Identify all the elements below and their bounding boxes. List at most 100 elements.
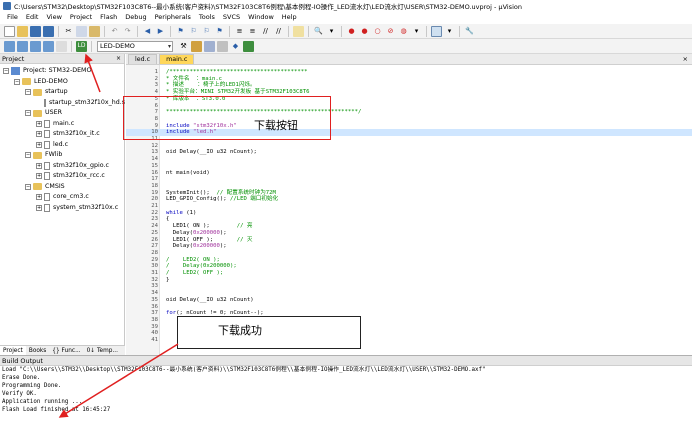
breakpoint-disable-icon[interactable]: ○ (372, 26, 383, 37)
find-icon[interactable]: 🔍 (313, 26, 324, 37)
expand-icon[interactable]: + (36, 204, 42, 211)
tree-item-file[interactable]: + stm32f10x_it.c (0, 129, 124, 140)
tree-item-file[interactable]: startup_stm32f10x_hd.s (0, 98, 125, 109)
code-line[interactable]: 16 nt main(void) (126, 170, 692, 177)
code-line[interactable]: 36 (126, 304, 692, 311)
tab-led-c[interactable]: led.c (128, 54, 158, 64)
menu-edit[interactable]: Edit (22, 11, 43, 24)
tree-item-group-cmsis[interactable]: − CMSIS (0, 182, 124, 193)
code-line[interactable]: 12 (126, 143, 692, 150)
collapse-icon[interactable]: − (14, 78, 20, 85)
code-line[interactable]: 33 (126, 283, 692, 290)
close-icon[interactable]: × (116, 54, 121, 64)
tree-item-file[interactable]: + stm32f10x_gpio.c (0, 161, 124, 172)
comment-icon[interactable]: // (260, 26, 271, 37)
tree-item-project[interactable]: − Project: STM32-DEMO (0, 66, 124, 77)
save-all-icon[interactable] (43, 25, 54, 37)
menu-flash[interactable]: Flash (96, 11, 121, 24)
code-line[interactable]: 27 Delay(0x200000); (126, 243, 692, 250)
tree-item-group-startup[interactable]: − startup (0, 87, 124, 98)
build-icon[interactable] (17, 40, 28, 52)
paste-icon[interactable] (89, 25, 100, 37)
target-options-icon[interactable]: ⚒ (178, 41, 189, 52)
close-icon[interactable]: × (683, 55, 688, 63)
code-line[interactable]: 1 /**************************************… (126, 69, 692, 76)
code-line[interactable]: 21 (126, 203, 692, 210)
batch-build-icon[interactable] (43, 40, 54, 52)
menu-help[interactable]: Help (278, 11, 301, 24)
copy-icon[interactable] (76, 25, 87, 37)
uncomment-icon[interactable]: // (273, 26, 284, 37)
code-line[interactable]: 32} (126, 277, 692, 284)
nav-back-icon[interactable]: ◀ (142, 26, 153, 37)
download-load-icon[interactable]: LD (76, 40, 87, 52)
tab-books[interactable]: Books (26, 346, 49, 355)
code-line[interactable]: 30 / Delay(0x200000); (126, 263, 692, 270)
bookmark-clear-icon[interactable]: ⚑ (214, 26, 225, 37)
tree-item-file[interactable]: + stm32f10x_rcc.c (0, 171, 124, 182)
menu-file[interactable]: File (3, 11, 22, 24)
rebuild-icon[interactable] (30, 40, 41, 52)
code-line[interactable]: 24 LED1( ON ); // 亮 (126, 223, 692, 230)
cut-icon[interactable]: ✂ (63, 26, 74, 37)
expand-icon[interactable]: + (36, 173, 42, 180)
code-line[interactable]: 25 Delay(0x200000); (126, 230, 692, 237)
window-layout-dropdown-icon[interactable]: ▾ (444, 26, 455, 37)
tree-item-group-fwlib[interactable]: − FWlib (0, 150, 124, 161)
expand-icon[interactable]: + (36, 141, 42, 148)
find-dropdown-icon[interactable]: ▾ (326, 26, 337, 37)
breakpoint-kill-icon[interactable]: ⊘ (385, 26, 396, 37)
code-line[interactable]: 22 while (1) (126, 210, 692, 217)
tab-main-c[interactable]: main.c (159, 54, 195, 64)
tree-item-target[interactable]: − LED-DEMO (0, 77, 124, 88)
collapse-icon[interactable]: − (25, 89, 31, 96)
stop-build-icon[interactable] (56, 40, 67, 52)
code-line[interactable]: 31 / LED2( OFF ); (126, 270, 692, 277)
tree-item-file[interactable]: + main.c (0, 119, 124, 130)
tab-project[interactable]: Project (0, 346, 26, 355)
bookmark-prev-icon[interactable]: ⚐ (188, 26, 199, 37)
save-icon[interactable] (30, 25, 41, 37)
collapse-icon[interactable]: − (25, 152, 31, 159)
expand-icon[interactable]: + (36, 131, 42, 138)
new-file-icon[interactable] (4, 25, 15, 37)
translate-icon[interactable] (4, 40, 15, 52)
select-software-packs-icon[interactable] (217, 40, 228, 52)
manage-components-icon[interactable] (204, 40, 215, 52)
target-dropdown-icon[interactable]: ▾ (168, 42, 171, 51)
code-line[interactable]: 28 (126, 250, 692, 257)
file-extensions-icon[interactable] (191, 40, 202, 52)
menu-view[interactable]: View (42, 11, 65, 24)
unindent-icon[interactable]: ≡ (247, 26, 258, 37)
code-line[interactable]: 29 / LED2( ON ); (126, 257, 692, 264)
code-line[interactable]: 4 * 实验平台：MINI STM32开发板 基于STM32F103C8T6 (126, 89, 692, 96)
indent-icon[interactable]: ≡ (234, 26, 245, 37)
code-line[interactable]: 26 LED1( OFF ); // 灭 (126, 237, 692, 244)
window-layout-icon[interactable] (431, 25, 442, 37)
menu-svcs[interactable]: SVCS (219, 11, 244, 24)
tab-templates[interactable]: 0↓ Temp... (84, 346, 121, 355)
pack-installer-icon[interactable]: ◆ (230, 41, 241, 52)
find-in-files-icon[interactable] (293, 25, 304, 37)
collapse-icon[interactable]: − (3, 68, 9, 75)
collapse-icon[interactable]: − (25, 110, 31, 117)
tree-item-group-user[interactable]: − USER (0, 108, 124, 119)
tree-item-file[interactable]: + system_stm32f10x.c (0, 203, 124, 214)
code-line[interactable]: 14 (126, 156, 692, 163)
bookmark-next-icon[interactable]: ⚐ (201, 26, 212, 37)
code-line[interactable]: 34 (126, 290, 692, 297)
code-line[interactable]: 18 (126, 183, 692, 190)
menu-window[interactable]: Window (244, 11, 278, 24)
bookmark-icon[interactable]: ⚑ (175, 26, 186, 37)
code-line[interactable]: 20 LED_GPIO_Config(); //LED 端口初始化 (126, 196, 692, 203)
breakpoint-enable-icon[interactable]: ◍ (398, 26, 409, 37)
expand-icon[interactable]: + (36, 162, 42, 169)
expand-icon[interactable]: + (36, 194, 42, 201)
code-line[interactable]: 15 (126, 163, 692, 170)
breakpoint-dropdown-icon[interactable]: ▾ (411, 26, 422, 37)
tree-item-file[interactable]: + led.c (0, 140, 124, 151)
nav-forward-icon[interactable]: ▶ (155, 26, 166, 37)
debug-start-icon[interactable]: ● (346, 26, 357, 37)
open-folder-icon[interactable] (17, 25, 28, 37)
tree-item-file[interactable]: + core_cm3.c (0, 192, 124, 203)
